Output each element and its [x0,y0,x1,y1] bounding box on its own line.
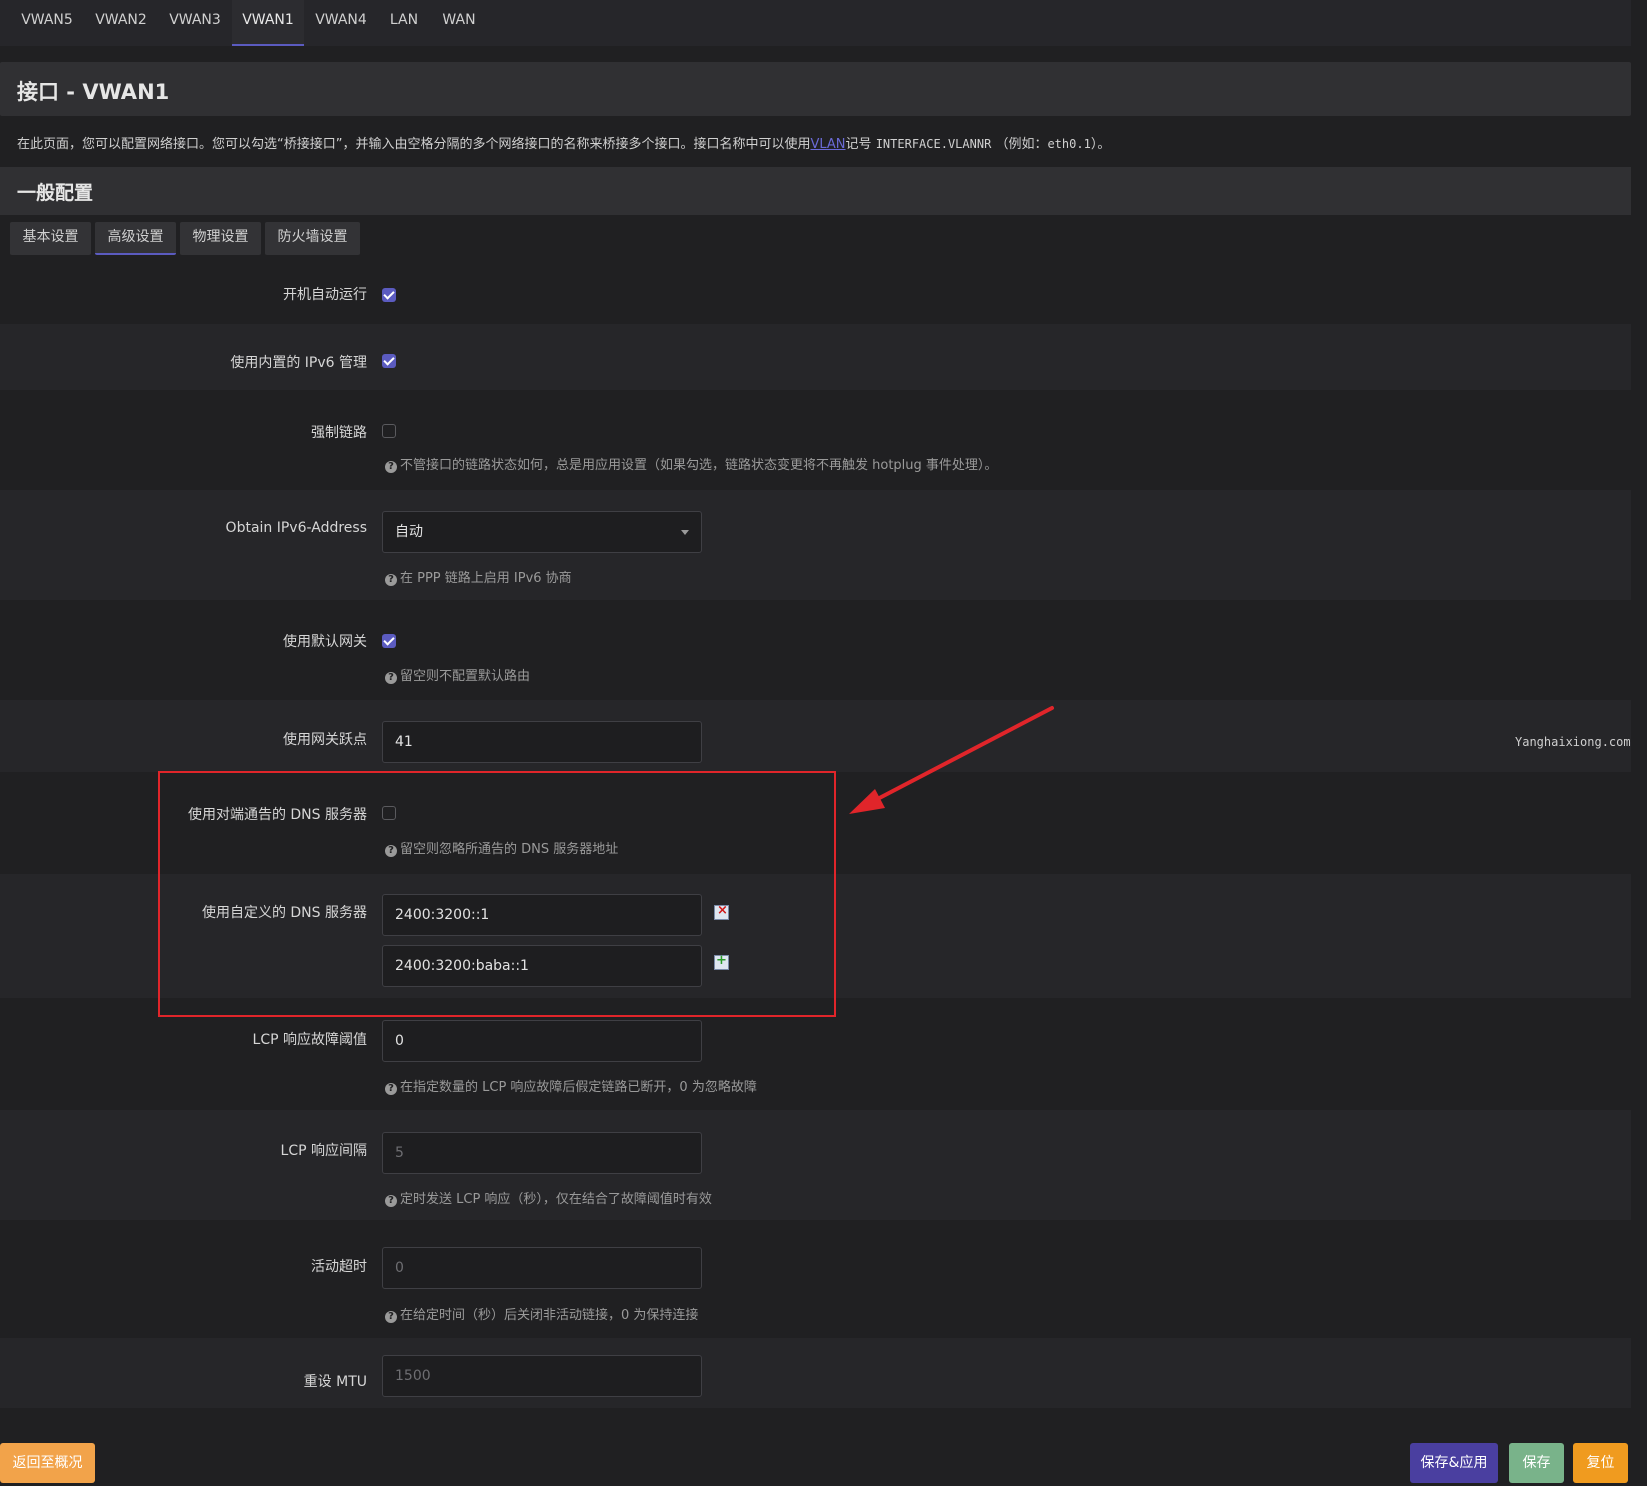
row-lcp-threshold: LCP 响应故障阈值 0 ? 在指定数量的 LCP 响应故障后假定链路已断开，0 … [0,998,1631,1110]
desc-text-2: 记号 [845,137,872,152]
lcp-interval-help: ? 定时发送 LCP 响应（秒），仅在结合了故障阈值时有效 [385,1188,712,1207]
desc-text-1: 在此页面，您可以配置网络接口。您可以勾选“桥接接口”，并输入由空格分隔的多个网络… [17,137,811,152]
help-icon: ? [385,1083,397,1095]
desc-text-4: ）。 [1090,137,1111,152]
help-icon: ? [385,461,397,473]
subtab-firewall[interactable]: 防火墙设置 [265,222,360,255]
autostart-label: 开机自动运行 [283,287,367,303]
page-title-bar: 接口 - VWAN1 [0,62,1631,116]
force-link-label: 强制链路 [311,425,367,441]
section-title: 一般配置 [17,182,94,204]
help-icon: ? [385,1195,397,1207]
page-description: 在此页面，您可以配置网络接口。您可以勾选“桥接接口”，并输入由空格分隔的多个网络… [17,133,1110,152]
lcp-threshold-help-text: 在指定数量的 LCP 响应故障后假定链路已断开，0 为忽略故障 [400,1080,757,1095]
interface-tab-bar: VWAN5 VWAN2 VWAN3 VWAN1 VWAN4 LAN WAN [0,0,1631,46]
tab-wan[interactable]: WAN [430,0,488,46]
row-force-link: 强制链路 ? 不管接口的链路状态如何，总是用应用设置（如果勾选，链路状态变更将不再… [0,390,1631,490]
row-autostart: 开机自动运行 [0,262,1631,324]
tab-vwan2[interactable]: VWAN2 [84,0,158,46]
custom-dns-input-2[interactable]: 2400:3200:baba::1 [382,945,702,987]
ipv6-builtin-label: 使用内置的 IPv6 管理 [230,355,367,371]
desc-code-1: INTERFACE.VLANNR [875,137,992,151]
force-link-help: ? 不管接口的链路状态如何，总是用应用设置（如果勾选，链路状态变更将不再触发 ho… [385,454,997,473]
row-lcp-interval: LCP 响应间隔 5 ? 定时发送 LCP 响应（秒），仅在结合了故障阈值时有效 [0,1110,1631,1220]
section-header: 一般配置 [0,167,1631,215]
peer-dns-help: ? 留空则忽略所通告的 DNS 服务器地址 [385,838,618,857]
lcp-interval-label: LCP 响应间隔 [280,1143,367,1159]
save-button[interactable]: 保存 [1509,1443,1564,1483]
default-gateway-help: ? 留空则不配置默认路由 [385,665,530,684]
lcp-threshold-input[interactable]: 0 [382,1020,702,1062]
help-icon: ? [385,672,397,684]
row-mtu: 重设 MTU 1500 [0,1338,1631,1408]
back-to-overview-button[interactable]: 返回至概况 [0,1443,95,1483]
tab-vwan3[interactable]: VWAN3 [158,0,232,46]
row-idle-timeout: 活动超时 0 ? 在给定时间（秒）后关闭非活动链接，0 为保持连接 [0,1220,1631,1338]
idle-timeout-help-text: 在给定时间（秒）后关闭非活动链接，0 为保持连接 [400,1308,699,1323]
subtab-basic[interactable]: 基本设置 [10,222,91,255]
autostart-checkbox[interactable] [382,288,396,302]
mtu-label: 重设 MTU [303,1374,367,1390]
page-title: 接口 - VWAN1 [17,80,170,104]
save-apply-button[interactable]: 保存&应用 [1410,1443,1498,1483]
row-ipv6-builtin: 使用内置的 IPv6 管理 [0,324,1631,390]
tab-vwan4[interactable]: VWAN4 [304,0,378,46]
idle-timeout-label: 活动超时 [311,1259,367,1275]
vlan-link[interactable]: VLAN [810,137,845,152]
peer-dns-help-text: 留空则忽略所通告的 DNS 服务器地址 [400,842,619,857]
idle-timeout-help: ? 在给定时间（秒）后关闭非活动链接，0 为保持连接 [385,1304,698,1323]
default-gateway-label: 使用默认网关 [283,634,367,650]
add-entry-icon[interactable] [714,953,729,970]
row-obtain-ipv6: Obtain IPv6-Address 自动 ? 在 PPP 链路上启用 IPv6… [0,490,1631,600]
obtain-ipv6-help: ? 在 PPP 链路上启用 IPv6 协商 [385,567,572,586]
lcp-threshold-label: LCP 响应故障阈值 [252,1032,367,1048]
subtab-physical[interactable]: 物理设置 [180,222,261,255]
subtab-advanced[interactable]: 高级设置 [95,222,176,255]
gateway-metric-label: 使用网关跃点 [283,732,367,748]
help-icon: ? [385,845,397,857]
custom-dns-label: 使用自定义的 DNS 服务器 [201,905,367,921]
gateway-metric-input[interactable]: 41 [382,721,702,763]
row-gateway-metric: 使用网关跃点 41 [0,700,1631,772]
custom-dns-input-1[interactable]: 2400:3200::1 [382,894,702,936]
lcp-interval-help-text: 定时发送 LCP 响应（秒），仅在结合了故障阈值时有效 [400,1192,712,1207]
remove-entry-icon[interactable] [714,903,729,920]
peer-dns-checkbox[interactable] [382,806,396,820]
peer-dns-label: 使用对端通告的 DNS 服务器 [187,807,367,823]
tab-vwan1[interactable]: VWAN1 [232,0,304,46]
desc-text-3: （例如： [995,137,1048,152]
help-icon: ? [385,574,397,586]
row-custom-dns: 使用自定义的 DNS 服务器 2400:3200::1 2400:3200:ba… [0,874,1631,998]
obtain-ipv6-select[interactable]: 自动 [382,511,702,553]
default-gateway-help-text: 留空则不配置默认路由 [400,669,531,684]
chevron-down-icon [681,530,689,535]
lcp-interval-input[interactable]: 5 [382,1132,702,1174]
help-icon: ? [385,1311,397,1323]
ipv6-builtin-checkbox[interactable] [382,354,396,368]
reset-button[interactable]: 复位 [1573,1443,1628,1483]
default-gateway-checkbox[interactable] [382,634,396,648]
force-link-help-text: 不管接口的链路状态如何，总是用应用设置（如果勾选，链路状态变更将不再触发 hot… [400,458,998,473]
tab-lan[interactable]: LAN [378,0,430,46]
mtu-input[interactable]: 1500 [382,1355,702,1397]
lcp-threshold-help: ? 在指定数量的 LCP 响应故障后假定链路已断开，0 为忽略故障 [385,1076,757,1095]
obtain-ipv6-help-text: 在 PPP 链路上启用 IPv6 协商 [400,571,572,586]
watermark: Yanghaixiong.com [1515,735,1631,749]
tab-vwan5[interactable]: VWAN5 [10,0,84,46]
desc-code-2: eth0.1 [1047,137,1091,151]
obtain-ipv6-label: Obtain IPv6-Address [225,520,367,536]
idle-timeout-input[interactable]: 0 [382,1247,702,1289]
row-default-gateway: 使用默认网关 ? 留空则不配置默认路由 [0,600,1631,700]
row-peer-dns: 使用对端通告的 DNS 服务器 ? 留空则忽略所通告的 DNS 服务器地址 [0,772,1631,874]
obtain-ipv6-value: 自动 [395,524,423,540]
force-link-checkbox[interactable] [382,424,396,438]
